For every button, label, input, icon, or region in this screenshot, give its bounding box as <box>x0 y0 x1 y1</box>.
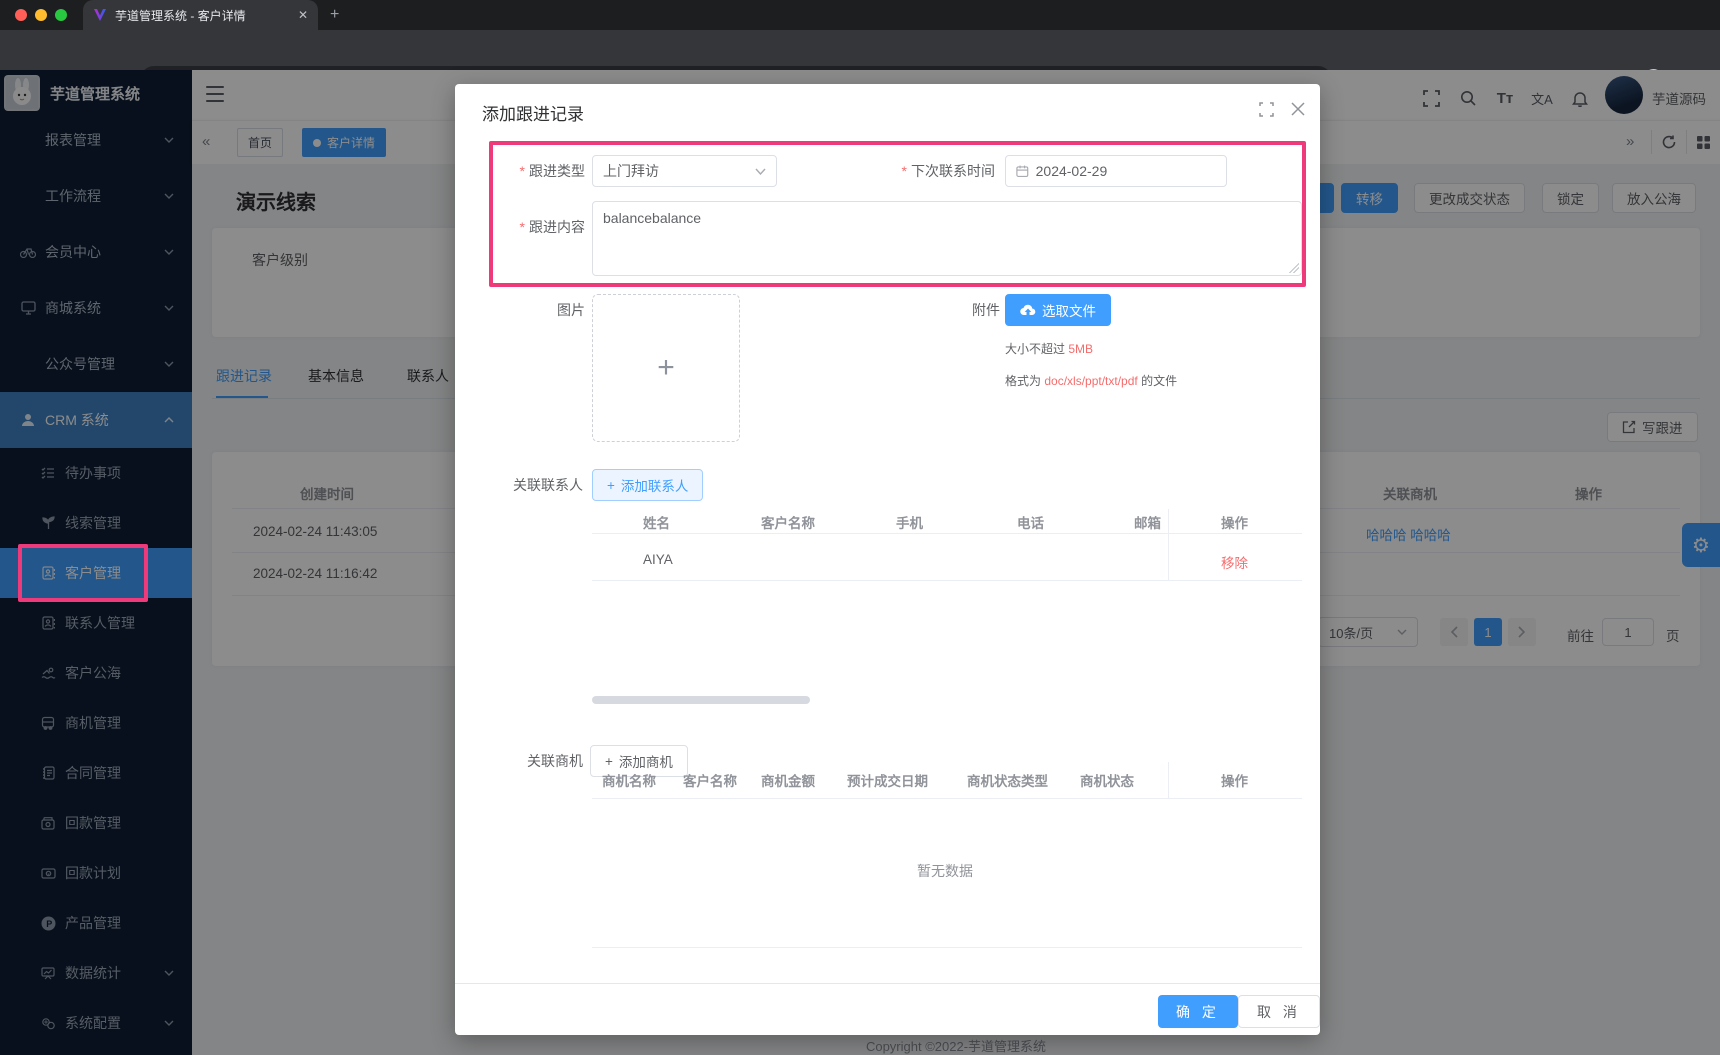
favicon <box>93 8 107 22</box>
horizontal-scrollbar-thumb[interactable] <box>592 696 810 704</box>
business-col-status: 商机状态 <box>1080 770 1134 790</box>
tab-title: 芋道管理系统 - 客户详情 <box>115 7 290 24</box>
table-divider <box>592 533 1302 534</box>
related-business-label: 关联商机 <box>455 745 583 777</box>
contacts-col-phone: 电话 <box>1017 512 1044 532</box>
confirm-button[interactable]: 确 定 <box>1158 995 1238 1028</box>
traffic-zoom-button[interactable] <box>55 9 67 21</box>
traffic-minimize-button[interactable] <box>35 9 47 21</box>
fixed-column-divider <box>1168 762 1169 798</box>
modal-footer-divider <box>455 983 1320 984</box>
plus-icon: + <box>607 478 615 493</box>
modal-close-icon[interactable] <box>1291 102 1305 116</box>
select-file-button[interactable]: 选取文件 <box>1005 294 1111 326</box>
tab-close-icon[interactable]: ✕ <box>298 8 308 22</box>
business-col-deal-date: 预计成交日期 <box>847 770 928 790</box>
browser-tabstrip: 芋道管理系统 - 客户详情 ✕ + <box>0 0 1720 30</box>
contact-row-name: AIYA <box>643 552 673 567</box>
remove-contact-link[interactable]: 移除 <box>1221 552 1248 572</box>
traffic-close-button[interactable] <box>15 9 27 21</box>
cloud-upload-icon <box>1020 304 1036 316</box>
contacts-col-name: 姓名 <box>643 512 670 532</box>
format-tip: 格式为 doc/xls/ppt/txt/pdf 的文件 <box>1005 372 1177 389</box>
related-contacts-label: 关联联系人 <box>455 469 583 501</box>
modal-fullscreen-icon[interactable] <box>1259 102 1274 117</box>
browser-toolbar: ← → ⟳ ⌂ i 127.0.0.1/crm/customer/detail/… <box>0 30 1720 70</box>
cancel-button[interactable]: 取 消 <box>1238 995 1320 1028</box>
annotation-box-form <box>489 141 1306 287</box>
screen: 芋道管理系统 - 客户详情 ✕ + ← → ⟳ ⌂ i 127.0.0.1/cr… <box>0 0 1720 1055</box>
modal-title: 添加跟进记录 <box>482 100 584 125</box>
contacts-col-actions: 操作 <box>1221 512 1248 532</box>
business-col-amount: 商机金额 <box>761 770 815 790</box>
fixed-column-divider <box>1168 509 1169 580</box>
annotation-box-sidebar <box>18 544 148 602</box>
business-col-actions: 操作 <box>1221 770 1248 790</box>
table-divider <box>592 580 1302 581</box>
new-tab-button[interactable]: + <box>330 7 339 23</box>
image-upload-box[interactable]: + <box>592 294 740 442</box>
add-contact-button[interactable]: +添加联系人 <box>592 469 703 501</box>
business-col-status-type: 商机状态类型 <box>967 770 1048 790</box>
business-col-customer: 客户名称 <box>683 770 737 790</box>
image-label: 图片 <box>455 294 585 326</box>
contacts-col-mobile: 手机 <box>896 512 923 532</box>
attachment-label: 附件 <box>870 294 1000 326</box>
contacts-col-customer: 客户名称 <box>761 512 815 532</box>
plus-icon: + <box>657 351 675 385</box>
table-divider <box>592 798 1302 799</box>
plus-icon: + <box>605 754 613 769</box>
table-divider <box>592 947 1302 948</box>
contacts-col-email: 邮箱 <box>1134 512 1161 532</box>
empty-data-text: 暂无数据 <box>917 861 973 881</box>
size-tip: 大小不超过 5MB <box>1005 340 1093 357</box>
browser-tab[interactable]: 芋道管理系统 - 客户详情 ✕ <box>83 0 318 30</box>
business-col-name: 商机名称 <box>602 770 656 790</box>
